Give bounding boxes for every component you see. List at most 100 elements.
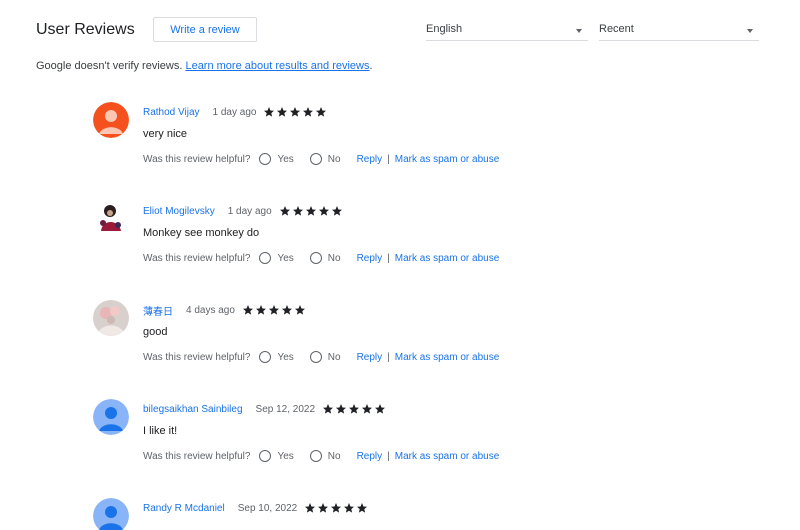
helpful-yes-option[interactable]: Yes <box>259 450 294 462</box>
reply-link[interactable]: Reply <box>357 352 383 363</box>
star-icon <box>294 305 305 315</box>
yes-label: Yes <box>277 153 294 165</box>
dropdown-arrow-icon <box>747 29 753 33</box>
helpful-no-option[interactable]: No <box>309 450 341 462</box>
star-icon <box>316 107 327 117</box>
review-item: bilegsaikhan Sainbileg Sep 12, 2022 I li… <box>93 399 773 479</box>
no-label: No <box>327 153 341 165</box>
review-item: Randy R Mcdaniel Sep 10, 2022 <box>93 498 773 530</box>
review-date: 1 day ago <box>227 205 272 217</box>
radio-button-icon[interactable] <box>309 252 322 264</box>
star-icon <box>331 206 342 216</box>
helpful-prompt: Was this review helpful? <box>143 252 251 264</box>
star-icon <box>349 404 360 414</box>
report-spam-link[interactable]: Mark as spam or abuse <box>395 154 500 165</box>
report-spam-link[interactable]: Mark as spam or abuse <box>395 352 500 363</box>
monkey-photo-avatar <box>93 201 129 237</box>
radio-button-icon[interactable] <box>259 450 272 462</box>
review-meta: Randy R Mcdaniel Sep 10, 2022 <box>143 500 369 516</box>
review-item: Rathod Vijay 1 day ago very nice Was thi… <box>93 102 773 182</box>
no-label: No <box>327 351 341 363</box>
star-rating <box>279 205 344 217</box>
star-icon <box>331 503 342 513</box>
review-item: 薄春日 4 days ago good Was this review help… <box>93 300 773 380</box>
helpful-no-option[interactable]: No <box>309 351 341 363</box>
sort-select-value: Recent <box>599 23 634 35</box>
radio-button-icon[interactable] <box>309 351 322 363</box>
star-icon <box>318 503 329 513</box>
reviews-header: User Reviews Write a review English Rece… <box>0 0 800 60</box>
helpful-no-option[interactable]: No <box>309 252 341 264</box>
write-review-button[interactable]: Write a review <box>153 17 257 42</box>
review-text: Monkey see monkey do <box>143 227 260 239</box>
helpful-row: Was this review helpful? Yes No Reply | … <box>143 152 499 166</box>
radio-button-icon[interactable] <box>309 153 322 165</box>
review-author[interactable]: Randy R Mcdaniel <box>143 503 225 514</box>
blue-person-avatar <box>93 498 129 530</box>
report-spam-link[interactable]: Mark as spam or abuse <box>395 253 500 264</box>
no-label: No <box>327 252 341 264</box>
review-meta: Eliot Mogilevsky 1 day ago <box>143 203 344 219</box>
report-spam-link[interactable]: Mark as spam or abuse <box>395 451 500 462</box>
separator: | <box>387 252 390 264</box>
review-meta: Rathod Vijay 1 day ago <box>143 104 328 120</box>
yes-label: Yes <box>277 351 294 363</box>
star-icon <box>255 305 266 315</box>
no-label: No <box>327 450 341 462</box>
star-icon <box>305 206 316 216</box>
star-icon <box>357 503 368 513</box>
review-date: 1 day ago <box>212 106 257 118</box>
reply-link[interactable]: Reply <box>357 253 383 264</box>
reply-link[interactable]: Reply <box>357 451 383 462</box>
review-author[interactable]: Rathod Vijay <box>143 107 200 118</box>
yes-label: Yes <box>277 450 294 462</box>
helpful-no-option[interactable]: No <box>309 153 341 165</box>
star-icon <box>281 305 292 315</box>
helpful-row: Was this review helpful? Yes No Reply | … <box>143 251 499 265</box>
star-rating <box>242 304 307 316</box>
helpful-yes-option[interactable]: Yes <box>259 252 294 264</box>
star-rating <box>304 502 369 514</box>
review-author[interactable]: bilegsaikhan Sainbileg <box>143 404 243 415</box>
radio-button-icon[interactable] <box>259 252 272 264</box>
star-icon <box>242 305 253 315</box>
language-select[interactable]: English <box>426 20 588 41</box>
sort-select[interactable]: Recent <box>599 20 759 41</box>
review-text: very nice <box>143 128 188 140</box>
review-text: I like it! <box>143 425 178 437</box>
star-icon <box>336 404 347 414</box>
review-meta: 薄春日 4 days ago <box>143 302 307 318</box>
star-rating <box>263 106 328 118</box>
photo-avatar <box>93 300 129 336</box>
review-date: 4 days ago <box>186 304 235 316</box>
review-date: Sep 12, 2022 <box>255 403 316 415</box>
helpful-prompt: Was this review helpful? <box>143 351 251 363</box>
separator: | <box>387 153 390 165</box>
review-date: Sep 10, 2022 <box>237 502 298 514</box>
disclaimer-text: Google doesn't verify reviews. <box>36 60 186 72</box>
language-select-value: English <box>426 23 463 35</box>
yes-label: Yes <box>277 252 294 264</box>
radio-button-icon[interactable] <box>259 351 272 363</box>
review-meta: bilegsaikhan Sainbileg Sep 12, 2022 <box>143 401 387 417</box>
radio-button-icon[interactable] <box>259 153 272 165</box>
star-icon <box>375 404 386 414</box>
helpful-prompt: Was this review helpful? <box>143 153 251 165</box>
helpful-row: Was this review helpful? Yes No Reply | … <box>143 350 499 364</box>
learn-more-link[interactable]: Learn more about results and reviews <box>185 60 369 72</box>
blue-person-avatar <box>93 399 129 435</box>
reply-link[interactable]: Reply <box>357 154 383 165</box>
star-icon <box>362 404 373 414</box>
star-icon <box>318 206 329 216</box>
verification-disclaimer: Google doesn't verify reviews. Learn mor… <box>36 60 373 72</box>
disclaimer-tail: . <box>369 60 373 72</box>
helpful-yes-option[interactable]: Yes <box>259 351 294 363</box>
review-author[interactable]: Eliot Mogilevsky <box>143 206 215 217</box>
star-icon <box>303 107 314 117</box>
review-author[interactable]: 薄春日 <box>143 303 173 318</box>
separator: | <box>387 450 390 462</box>
radio-button-icon[interactable] <box>309 450 322 462</box>
star-icon <box>268 305 279 315</box>
helpful-yes-option[interactable]: Yes <box>259 153 294 165</box>
star-icon <box>323 404 334 414</box>
